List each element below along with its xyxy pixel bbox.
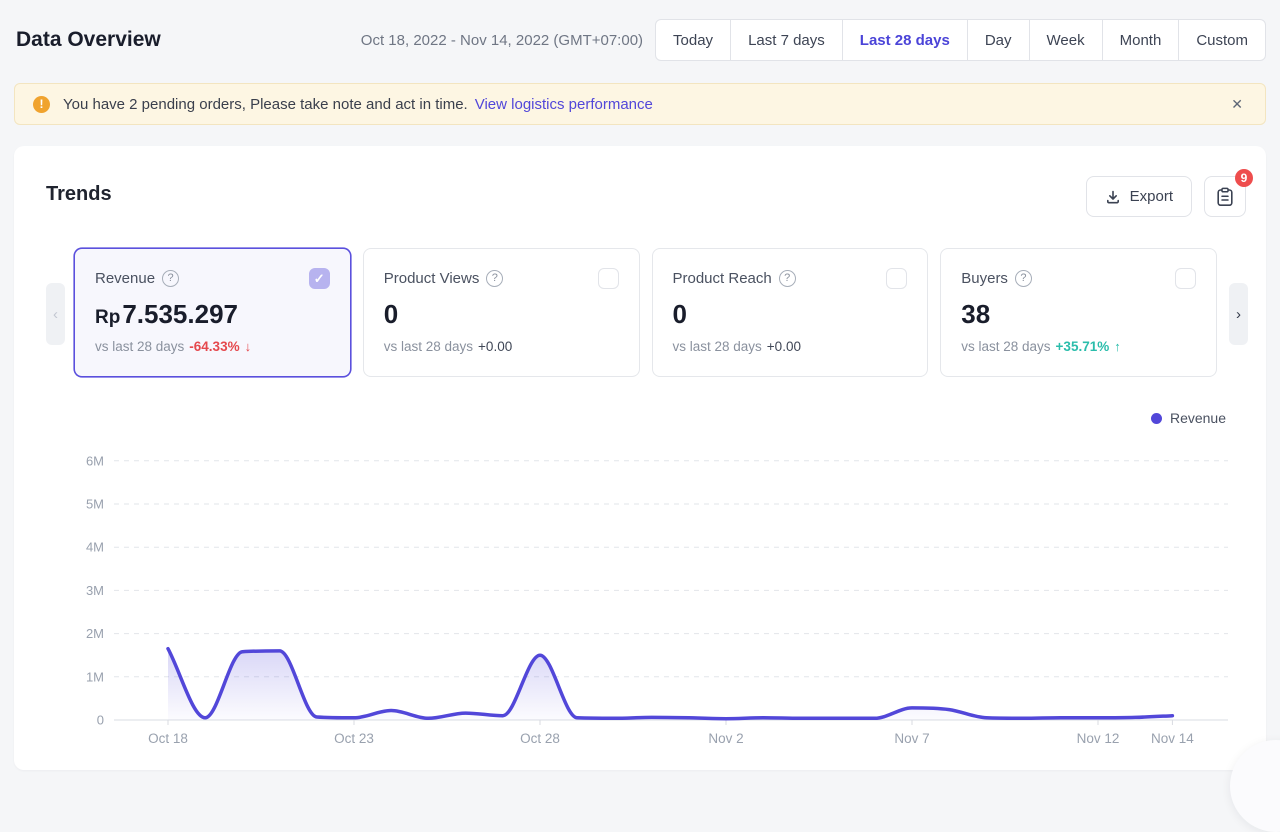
metric-value: 38 [961,299,1196,330]
trends-title: Trends [46,176,112,206]
help-icon[interactable]: ? [486,270,503,287]
chevron-left-icon: ‹ [53,306,58,323]
metric-value: 0 [673,299,908,330]
y-axis-label: 4M [86,540,104,555]
revenue-line [168,649,1172,719]
metric-cards-row: ‹ Revenue ? Rp 7.535.297 vs last 28 days… [14,248,1266,377]
arrow-down-icon: ↓ [245,339,252,354]
metric-title: Product Reach [673,270,772,287]
metric-card-product-reach[interactable]: Product Reach ? 0 vs last 28 days +0.00 [652,248,929,377]
tab-last-7-days[interactable]: Last 7 days [730,19,843,61]
metric-value-number: 7.535.297 [122,299,238,330]
download-icon [1105,189,1121,205]
compare-label: vs last 28 days [384,339,473,354]
x-axis-label: Oct 18 [148,731,188,746]
compare-label: vs last 28 days [961,339,1050,354]
currency-prefix: Rp [95,307,120,329]
y-axis-label: 5M [86,497,104,512]
x-axis-label: Oct 28 [520,731,560,746]
tab-month[interactable]: Month [1102,19,1180,61]
metric-compare: vs last 28 days +0.00 [673,339,908,354]
metric-card-revenue[interactable]: Revenue ? Rp 7.535.297 vs last 28 days -… [74,248,351,377]
data-overview-page: { "header": { "title": "Data Overview", … [0,0,1280,798]
help-icon[interactable]: ? [779,270,796,287]
metric-card-header: Product Reach ? [673,268,908,289]
tab-last-28-days[interactable]: Last 28 days [842,19,968,61]
metric-value-number: 0 [384,299,398,330]
clipboard-icon [1216,187,1234,207]
logistics-performance-link[interactable]: View logistics performance [475,96,653,113]
alert-icon: ! [33,96,50,113]
metric-checkbox[interactable] [309,268,330,289]
y-axis-label: 1M [86,669,104,684]
revenue-trend-chart: 0 1M 2M 3M 4M 5M 6M Oct 18 Oct 23 Oct 28 Nov 2 Nov … [14,426,1266,756]
help-icon[interactable]: ? [162,270,179,287]
metric-value-number: 38 [961,299,990,330]
export-button[interactable]: Export [1086,176,1192,217]
metric-card-product-views[interactable]: Product Views ? 0 vs last 28 days +0.00 [363,248,640,377]
metric-compare: vs last 28 days -64.33% ↓ [95,339,330,354]
metric-value: 0 [384,299,619,330]
y-axis-label: 6M [86,453,104,468]
carousel-next-button[interactable]: › [1229,283,1248,345]
tab-day[interactable]: Day [967,19,1030,61]
metric-card-buyers[interactable]: Buyers ? 38 vs last 28 days +35.71% ↑ [940,248,1217,377]
banner-message: You have 2 pending orders, Please take n… [63,96,468,113]
metric-card-header: Revenue ? [95,268,330,289]
y-axis-label: 0 [97,713,104,728]
metric-value: Rp 7.535.297 [95,299,330,330]
x-axis-label: Oct 23 [334,731,374,746]
metric-compare: vs last 28 days +35.71% ↑ [961,339,1196,354]
change-value: +0.00 [767,339,801,354]
metric-card-header: Product Views ? [384,268,619,289]
legend-dot-revenue [1151,413,1162,424]
compare-label: vs last 28 days [95,339,184,354]
notification-badge: 9 [1235,169,1253,187]
pending-orders-banner: ! You have 2 pending orders, Please take… [14,83,1266,125]
top-bar: Data Overview Oct 18, 2022 - Nov 14, 202… [0,0,1280,61]
help-icon[interactable]: ? [1015,270,1032,287]
metric-checkbox[interactable] [1175,268,1196,289]
carousel-prev-button[interactable]: ‹ [46,283,65,345]
report-clipboard-button[interactable]: 9 [1204,176,1246,217]
metric-value-number: 0 [673,299,687,330]
metric-card-header: Buyers ? [961,268,1196,289]
legend-label: Revenue [1170,410,1226,426]
trends-panel: Trends Export [14,146,1266,770]
chart-legend: Revenue [14,410,1266,426]
tab-custom[interactable]: Custom [1178,19,1266,61]
compare-label: vs last 28 days [673,339,762,354]
chevron-right-icon: › [1236,306,1241,323]
change-value: -64.33% [189,339,239,354]
metric-checkbox[interactable] [598,268,619,289]
revenue-area [168,649,1172,720]
tab-today[interactable]: Today [655,19,731,61]
page-title: Data Overview [16,28,161,52]
trends-actions: Export 9 [1086,176,1246,217]
x-axis-label: Nov 2 [708,731,743,746]
y-axis-label: 3M [86,583,104,598]
metric-title: Buyers [961,270,1008,287]
trends-header: Trends Export [14,146,1266,217]
x-axis-label: Nov 7 [894,731,929,746]
metric-title: Revenue [95,270,155,287]
x-axis-label: Nov 14 [1151,731,1194,746]
date-range-label: Oct 18, 2022 - Nov 14, 2022 (GMT+07:00) [361,32,643,49]
metric-compare: vs last 28 days +0.00 [384,339,619,354]
metric-checkbox[interactable] [886,268,907,289]
tab-week[interactable]: Week [1029,19,1103,61]
export-label: Export [1130,188,1173,205]
metric-title: Product Views [384,270,480,287]
date-range-tabs: Today Last 7 days Last 28 days Day Week … [655,19,1266,61]
change-value: +0.00 [478,339,512,354]
arrow-up-icon: ↑ [1114,339,1121,354]
x-axis-label: Nov 12 [1077,731,1120,746]
y-axis-label: 2M [86,626,104,641]
change-value: +35.71% [1056,339,1110,354]
close-icon[interactable]: ✕ [1227,94,1247,115]
